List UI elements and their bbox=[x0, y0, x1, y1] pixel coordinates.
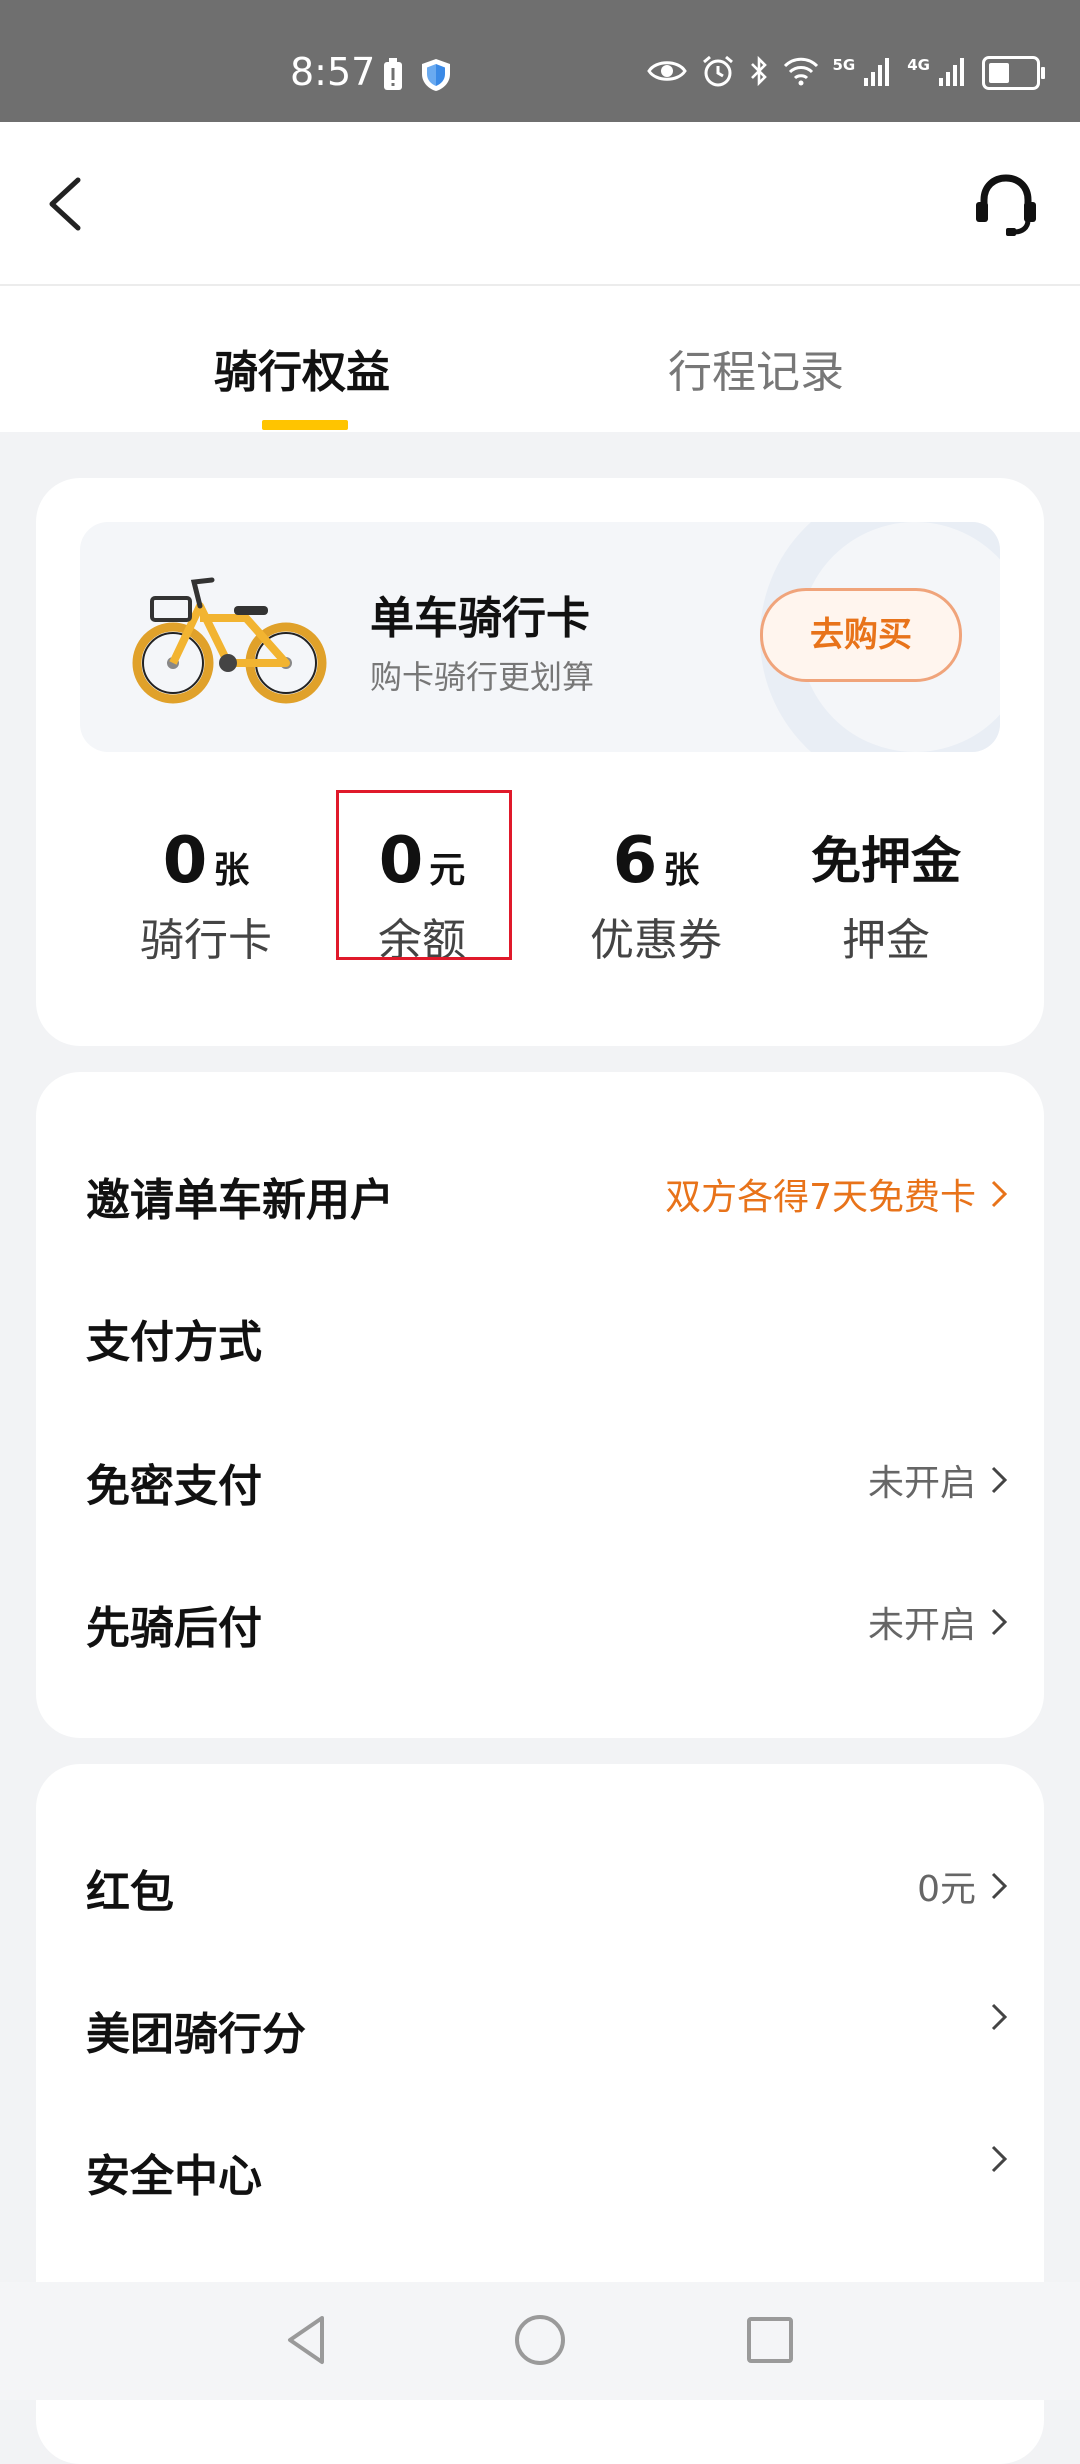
battery-icon bbox=[982, 56, 1045, 90]
stat-unit: 张 bbox=[663, 850, 700, 891]
shield-icon bbox=[420, 58, 452, 96]
benefits-card: 单车骑行卡 购卡骑行更划算 去购买 0张 骑行卡 0元 余额 6张 优惠券 免押… bbox=[36, 478, 1044, 1046]
app-header bbox=[0, 122, 1080, 286]
tab-riding-benefits[interactable]: 骑行权益 bbox=[214, 336, 390, 400]
stats-row: 0张 骑行卡 0元 余额 6张 优惠券 免押金 押金 bbox=[36, 790, 1044, 998]
chevron-right-icon bbox=[991, 1180, 1008, 1208]
alarm-icon bbox=[701, 54, 735, 92]
list-item-value: 0元 bbox=[917, 1869, 976, 1910]
chevron-right-icon bbox=[991, 1872, 1008, 1900]
list-item-label: 免密支付 bbox=[86, 1461, 262, 1512]
list-item-payment-method[interactable]: 支付方式 bbox=[86, 1282, 1008, 1378]
stat-label: 优惠券 bbox=[590, 915, 722, 966]
stat-label: 押金 bbox=[842, 915, 930, 966]
tab-bar: 骑行权益 行程记录 bbox=[0, 286, 1080, 432]
menu-card-1: 邀请单车新用户 双方各得7天免费卡 支付方式 免密支付 未开启 先骑后付 未开启 bbox=[36, 1072, 1044, 1738]
stat-value: 6 bbox=[612, 824, 658, 898]
stat-unit: 张 bbox=[213, 850, 250, 891]
list-item-value: 未开启 bbox=[867, 1463, 976, 1504]
wifi-icon bbox=[783, 56, 819, 90]
nav-back-icon[interactable] bbox=[278, 2310, 338, 2370]
network-type-4g: 4G bbox=[907, 56, 930, 74]
tab-trip-records[interactable]: 行程记录 bbox=[668, 336, 844, 400]
signal-icon bbox=[938, 56, 968, 90]
headset-icon bbox=[976, 174, 1036, 236]
active-tab-indicator bbox=[262, 420, 348, 430]
chevron-right-icon bbox=[991, 2145, 1008, 2173]
stat-value: 免押金 bbox=[811, 832, 961, 890]
customer-service-button[interactable] bbox=[966, 166, 1046, 246]
list-item-label: 美团骑行分 bbox=[86, 2009, 306, 2060]
list-item-value: 未开启 bbox=[867, 1605, 976, 1646]
list-item-label: 支付方式 bbox=[86, 1317, 262, 1368]
promo-title: 单车骑行卡 bbox=[370, 593, 590, 644]
bike-card-promo[interactable]: 单车骑行卡 购卡骑行更划算 去购买 bbox=[80, 522, 1000, 752]
list-item-password-free[interactable]: 免密支付 未开启 bbox=[86, 1426, 1008, 1522]
stat-label: 骑行卡 bbox=[140, 915, 272, 966]
stat-deposit[interactable]: 免押金 押金 bbox=[770, 818, 1002, 968]
stat-value: 0 bbox=[162, 824, 208, 898]
nav-recents-icon[interactable] bbox=[740, 2310, 800, 2370]
list-item-label: 先骑后付 bbox=[86, 1603, 262, 1654]
balance-highlight-box bbox=[336, 790, 512, 960]
eye-icon bbox=[646, 57, 687, 89]
chevron-right-icon bbox=[991, 2003, 1008, 2031]
status-bar: 8:57 5G 4G bbox=[0, 0, 1080, 122]
stat-riding-card[interactable]: 0张 骑行卡 bbox=[90, 818, 322, 968]
bicycle-icon bbox=[132, 577, 327, 704]
system-nav-bar bbox=[0, 2282, 1080, 2400]
list-item-ride-first-pay-later[interactable]: 先骑后付 未开启 bbox=[86, 1568, 1008, 1664]
network-type-5g: 5G bbox=[832, 56, 856, 74]
buy-button[interactable]: 去购买 bbox=[760, 588, 962, 682]
back-button[interactable] bbox=[36, 168, 106, 238]
list-item-red-packet[interactable]: 红包 0元 bbox=[86, 1832, 1008, 1928]
list-item-label: 邀请单车新用户 bbox=[86, 1175, 394, 1226]
battery-alert-icon bbox=[382, 58, 404, 96]
nav-home-icon[interactable] bbox=[510, 2310, 570, 2370]
chevron-right-icon bbox=[991, 1466, 1008, 1494]
bluetooth-icon bbox=[749, 55, 769, 91]
list-item-riding-score[interactable]: 美团骑行分 bbox=[86, 1974, 1008, 2070]
list-item-label: 安全中心 bbox=[86, 2151, 262, 2202]
back-arrow-icon bbox=[49, 177, 81, 231]
list-item-value: 双方各得7天免费卡 bbox=[665, 1177, 976, 1218]
list-item-invite[interactable]: 邀请单车新用户 双方各得7天免费卡 bbox=[86, 1140, 1008, 1236]
list-item-label: 红包 bbox=[86, 1867, 174, 1918]
signal-icon bbox=[863, 56, 893, 90]
list-item-safety-center[interactable]: 安全中心 bbox=[86, 2116, 1008, 2212]
promo-subtitle: 购卡骑行更划算 bbox=[370, 658, 595, 696]
status-time: 8:57 bbox=[290, 50, 376, 94]
chevron-right-icon bbox=[991, 1608, 1008, 1636]
stat-coupons[interactable]: 6张 优惠券 bbox=[540, 818, 772, 968]
